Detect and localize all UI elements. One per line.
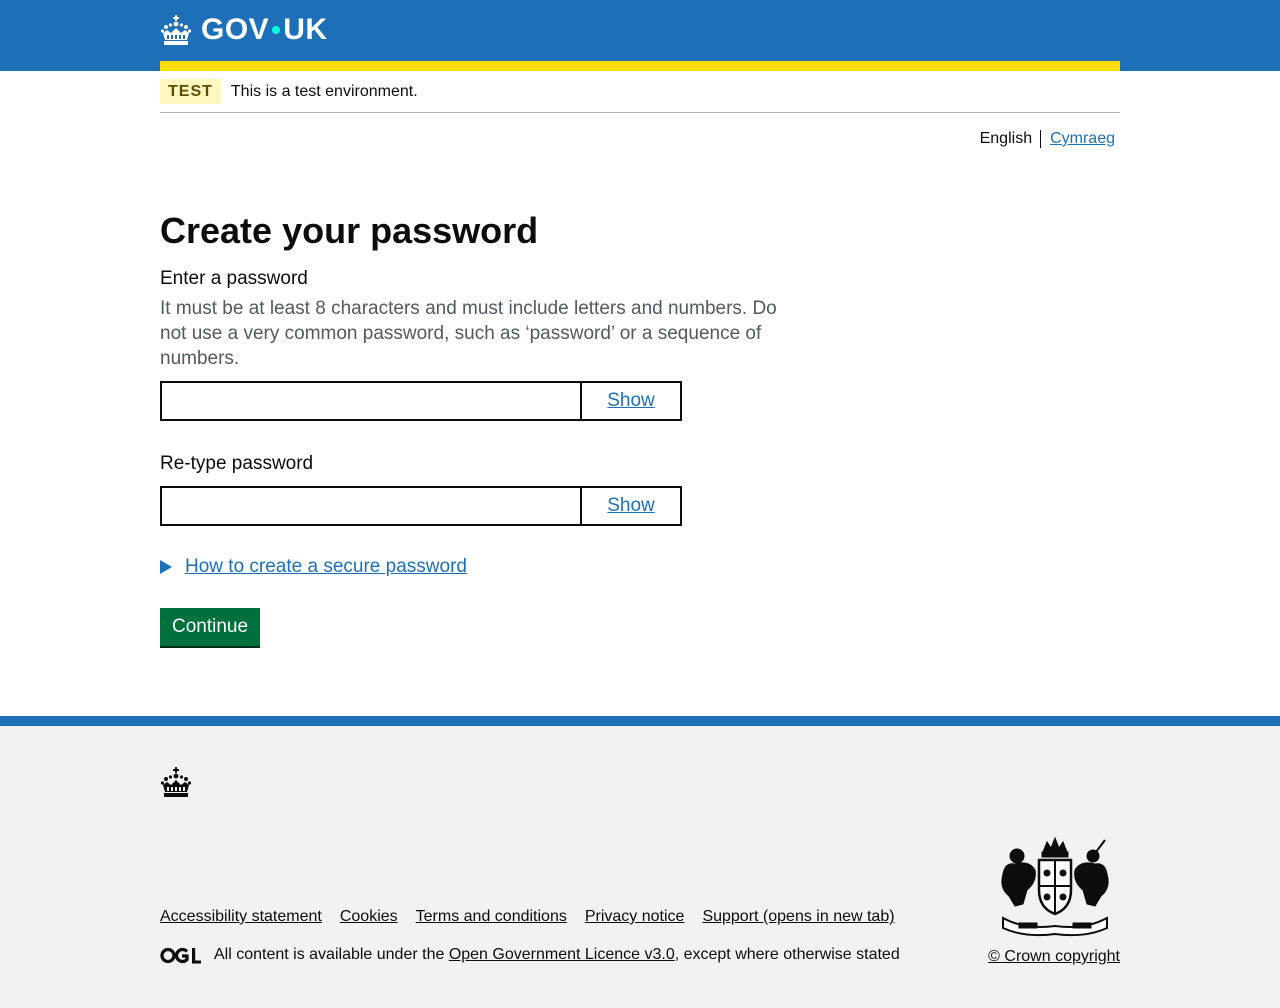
retype-password-input[interactable] [160,486,580,526]
password-field-group: Show [160,381,682,421]
footer-link-accessibility[interactable]: Accessibility statement [160,908,322,926]
password-hint: It must be at least 8 characters and mus… [160,298,777,369]
site-footer: Accessibility statement Cookies Terms an… [0,716,1280,1008]
crown-icon [160,767,192,797]
retype-password-field-group: Show [160,486,682,526]
site-header: GOV UK [0,0,1280,71]
retype-password-label: Re-type password [160,453,314,474]
show-password-button[interactable]: Show [580,381,682,421]
royal-coat-of-arms-icon [1001,836,1109,937]
phase-tag: TEST [160,79,221,104]
continue-button[interactable]: Continue [160,608,261,646]
header-container: GOV UK [160,0,1120,71]
wordmark-gov: GOV [201,13,270,46]
password-input[interactable] [160,381,580,421]
ogl-logo-icon [160,947,201,963]
licence-suffix: , except where otherwise stated [674,946,900,963]
phase-banner: TEST This is a test environment. [160,71,1120,113]
main-content: Create your password Enter a password It… [160,210,800,646]
footer-link-support[interactable]: Support (opens in new tab) [702,908,894,926]
footer-link-terms[interactable]: Terms and conditions [416,908,567,926]
wordmark-dot [272,26,281,34]
licence-link[interactable]: Open Government Licence v3.0 [449,946,675,964]
footer-links: Accessibility statement Cookies Terms an… [160,908,913,926]
footer-link-privacy[interactable]: Privacy notice [585,908,685,926]
licence-prefix: All content is available under the [214,946,449,963]
secure-password-details[interactable]: How to create a secure password [160,556,800,578]
govuk-wordmark: GOV UK [201,13,328,47]
triangle-right-icon [160,560,172,574]
govuk-logo-link[interactable]: GOV UK [160,12,328,48]
language-current: English [980,130,1042,148]
show-retype-password-button[interactable]: Show [580,486,682,526]
password-label: Enter a password [160,268,308,289]
phase-banner-text: This is a test environment. [230,82,418,100]
language-cymraeg-link[interactable]: Cymraeg [1041,130,1115,148]
crown-copyright-link[interactable]: © Crown copyright [988,948,1120,966]
crown-icon [160,15,192,45]
licence-statement: All content is available under the Open … [160,946,900,964]
language-toggle: English Cymraeg [980,130,1115,148]
details-summary-link[interactable]: How to create a secure password [185,556,467,578]
wordmark-uk: UK [283,13,328,46]
footer-link-cookies[interactable]: Cookies [340,908,398,926]
page-title: Create your password [160,210,539,251]
header-yellow-stripe [160,61,1120,71]
